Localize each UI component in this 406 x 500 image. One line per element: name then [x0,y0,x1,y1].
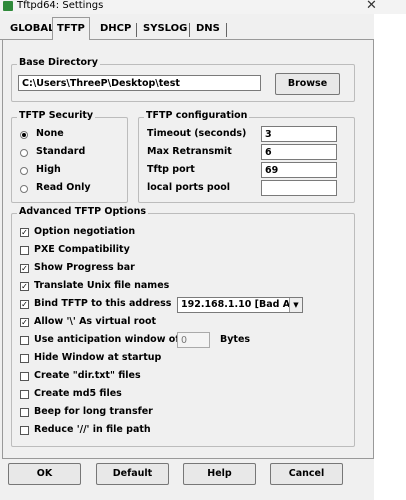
show-progress-bar-checkbox[interactable]: ✓ [20,264,29,273]
translate-unix-names-checkbox[interactable]: ✓ [20,282,29,291]
tab-strip: GLOBAL TFTP DHCP SYSLOG DNS [0,14,374,40]
browse-button[interactable]: Browse [275,73,340,95]
create-md5-label: Create md5 files [34,388,122,399]
bind-address-select[interactable]: 192.168.1.10 [Bad Add ▼ [177,297,303,313]
tftp-port-input[interactable]: 69 [261,162,337,178]
tftp-configuration-legend: TFTP configuration [144,110,250,121]
show-progress-bar-label: Show Progress bar [34,262,135,273]
help-button[interactable]: Help [183,463,256,485]
tab-separator [189,23,190,37]
advanced-options-legend: Advanced TFTP Options [17,206,149,217]
timeout-input[interactable]: 3 [261,126,337,142]
translate-unix-names-label: Translate Unix file names [34,280,170,291]
app-icon [3,1,13,11]
tftp-security-group: TFTP Security None Standard High Read On… [11,110,128,203]
anticipation-window-label: Use anticipation window of [34,334,180,345]
security-standard-label: Standard [36,146,86,157]
anticipation-window-checkbox[interactable] [20,336,29,345]
max-retransmit-label: Max Retransmit [147,146,232,157]
tab-syslog[interactable]: SYSLOG [139,20,191,38]
close-icon[interactable]: ✕ [366,0,377,13]
security-high-radio[interactable] [20,167,28,175]
base-directory-group: Base Directory C:\Users\ThreeP\Desktop\t… [11,57,355,102]
tab-global[interactable]: GLOBAL [6,20,58,38]
create-dirtxt-label: Create "dir.txt" files [34,370,141,381]
tab-dns[interactable]: DNS [192,20,224,38]
hide-window-label: Hide Window at startup [34,352,162,363]
chevron-down-icon[interactable]: ▼ [289,298,302,312]
security-none-radio[interactable] [20,131,28,139]
tab-tftp[interactable]: TFTP [52,17,90,40]
default-button[interactable]: Default [96,463,169,485]
security-standard-radio[interactable] [20,149,28,157]
advanced-options-group: Advanced TFTP Options ✓ Option negotiati… [11,206,355,447]
pxe-compatibility-checkbox[interactable] [20,246,29,255]
tab-dhcp[interactable]: DHCP [96,20,135,38]
virtual-root-label: Allow '\' As virtual root [34,316,157,327]
create-dirtxt-checkbox[interactable] [20,372,29,381]
bind-address-checkbox[interactable]: ✓ [20,300,29,309]
anticipation-unit-label: Bytes [220,334,251,345]
tftp-port-label: Tftp port [147,164,195,175]
pxe-compatibility-label: PXE Compatibility [34,244,130,255]
tftp-security-legend: TFTP Security [17,110,96,121]
tftp-panel: Base Directory C:\Users\ThreeP\Desktop\t… [2,40,374,459]
base-directory-input[interactable]: C:\Users\ThreeP\Desktop\test [18,75,261,91]
timeout-label: Timeout (seconds) [147,128,247,139]
cancel-button[interactable]: Cancel [270,463,343,485]
local-ports-pool-input[interactable] [261,180,337,196]
tab-separator [226,23,227,37]
reduce-slashes-checkbox[interactable] [20,426,29,435]
security-readonly-radio[interactable] [20,185,28,193]
beep-long-transfer-checkbox[interactable] [20,408,29,417]
hide-window-checkbox[interactable] [20,354,29,363]
reduce-slashes-label: Reduce '//' in file path [34,424,151,435]
title-bar: Tftpd64: Settings ✕ [0,0,406,14]
anticipation-window-input[interactable]: 0 [177,332,210,348]
ok-button[interactable]: OK [8,463,81,485]
create-md5-checkbox[interactable] [20,390,29,399]
local-ports-pool-label: local ports pool [147,182,231,193]
bind-address-label: Bind TFTP to this address [34,298,172,309]
option-negotiation-label: Option negotiation [34,226,136,237]
settings-dialog: GLOBAL TFTP DHCP SYSLOG DNS Base Directo… [0,14,374,500]
tftp-configuration-group: TFTP configuration Timeout (seconds) 3 M… [138,110,355,203]
virtual-root-checkbox[interactable]: ✓ [20,318,29,327]
window-title: Tftpd64: Settings [17,0,104,11]
security-high-label: High [36,164,61,175]
security-readonly-label: Read Only [36,182,91,193]
security-none-label: None [36,128,64,139]
beep-long-transfer-label: Beep for long transfer [34,406,153,417]
base-directory-legend: Base Directory [17,57,100,68]
bind-address-value: 192.168.1.10 [Bad Add [181,299,303,310]
tab-separator [136,23,137,37]
option-negotiation-checkbox[interactable]: ✓ [20,228,29,237]
max-retransmit-input[interactable]: 6 [261,144,337,160]
